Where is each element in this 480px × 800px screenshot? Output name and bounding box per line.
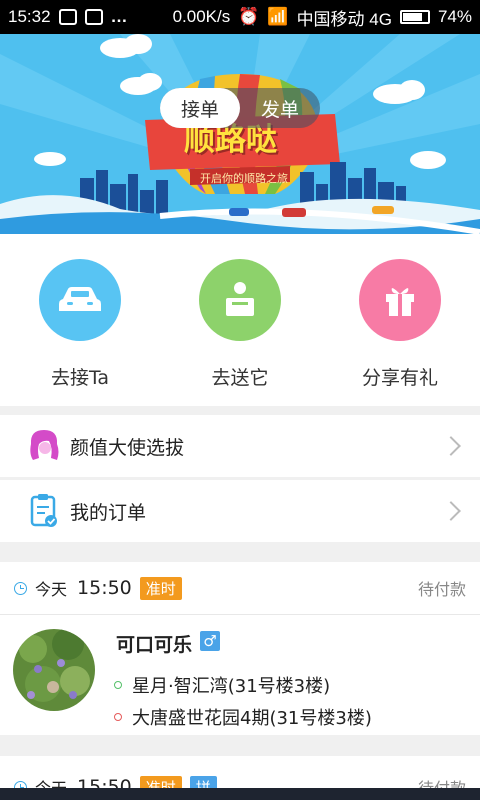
order-day: 今天 (35, 775, 67, 788)
battery-icon (399, 10, 430, 24)
pickup-address: 星月·智汇湾(31号楼3楼) (114, 672, 330, 698)
action-label: 去接Ta (50, 367, 110, 389)
carpool-badge: 拼 (189, 775, 217, 788)
wifi-icon: 📶 (267, 7, 289, 26)
chevron-right-icon (441, 436, 461, 456)
woman-head-icon (24, 426, 64, 466)
order-header: 今天 15:50 准时 拼 待付款 (0, 761, 480, 788)
order-status: 待付款 (418, 775, 466, 788)
banner: 顺路哒 开启你的顺路之旅 接单 发单 (0, 34, 480, 234)
dropoff-dot-icon (114, 713, 122, 721)
status-time: 15:32 (8, 7, 51, 26)
cloud-icon (84, 9, 103, 25)
carrier-label: 中国移动 4G (296, 9, 392, 29)
pickup-address-text: 星月·智汇湾(31号楼3楼) (132, 676, 331, 697)
battery-level: 74% (437, 7, 472, 26)
order-status: 待付款 (417, 580, 466, 599)
bottom-navigation[interactable] (0, 788, 480, 800)
network-speed: 0.00K/s (172, 7, 231, 26)
order-day: 今天 (35, 580, 68, 599)
male-gender-icon: ♂ (200, 631, 220, 651)
order-header: 今天 15:50 准时 待付款 (0, 562, 480, 615)
menu-label: 颜值大使选拔 (70, 436, 185, 459)
pickup-dot-icon (114, 681, 122, 689)
chevron-right-icon (441, 501, 461, 521)
action-share-gift[interactable]: 分享有礼 (320, 259, 480, 390)
avatar (13, 629, 95, 711)
alarm-icon: ⏰ (238, 7, 260, 26)
banner-slogan: 开启你的顺路之旅 (200, 172, 288, 185)
order-time: 15:50 (77, 577, 132, 599)
clock-icon (14, 581, 27, 595)
car-icon[interactable] (39, 259, 121, 341)
menu-label: 我的订单 (70, 501, 147, 524)
tab-post-orders[interactable]: 发单 (240, 88, 320, 128)
gift-icon[interactable] (359, 259, 441, 341)
dropoff-address: 大唐盛世花园4期(31号楼3楼) (114, 704, 372, 730)
action-pick-up-person[interactable]: 去接Ta (0, 259, 160, 390)
order-body: 可口可乐 ♂ 星月·智汇湾(31号楼3楼) 大唐盛世花园4期(31号楼3楼) (0, 615, 480, 735)
status-bar: 15:32 … 0.00K/s ⏰ 📶 中国移动 4G 74% (0, 0, 480, 34)
action-label: 去送它 (211, 367, 269, 389)
tab-accept-orders[interactable]: 接单 (160, 88, 240, 128)
on-time-badge: 准时 (139, 775, 182, 788)
menu-row-my-orders[interactable]: 我的订单 (0, 480, 480, 542)
order-card[interactable]: 今天 15:50 准时 拼 待付款 (0, 756, 480, 788)
on-time-badge: 准时 (139, 576, 182, 600)
dropoff-address-text: 大唐盛世花园4期(31号楼3楼) (132, 708, 372, 729)
quick-actions: 去接Ta 去送它 分享有礼 (0, 234, 480, 406)
mode-switch[interactable]: 接单 发单 (160, 88, 320, 128)
order-time: 15:50 (77, 776, 132, 788)
notification-icon (58, 9, 77, 25)
user-name: 可口可乐 (116, 634, 193, 656)
action-label: 分享有礼 (361, 367, 438, 389)
package-courier-icon[interactable] (199, 259, 281, 341)
order-card[interactable]: 今天 15:50 准时 待付款 可口可乐 ♂ 星月·智汇湾(31号楼3楼) 大唐… (0, 562, 480, 735)
more-notifications-icon: … (110, 7, 129, 26)
order-clipboard-icon (24, 491, 64, 531)
menu-row-ambassador[interactable]: 颜值大使选拔 (0, 415, 480, 477)
clock-icon (14, 780, 27, 788)
action-deliver-package[interactable]: 去送它 (160, 259, 320, 390)
